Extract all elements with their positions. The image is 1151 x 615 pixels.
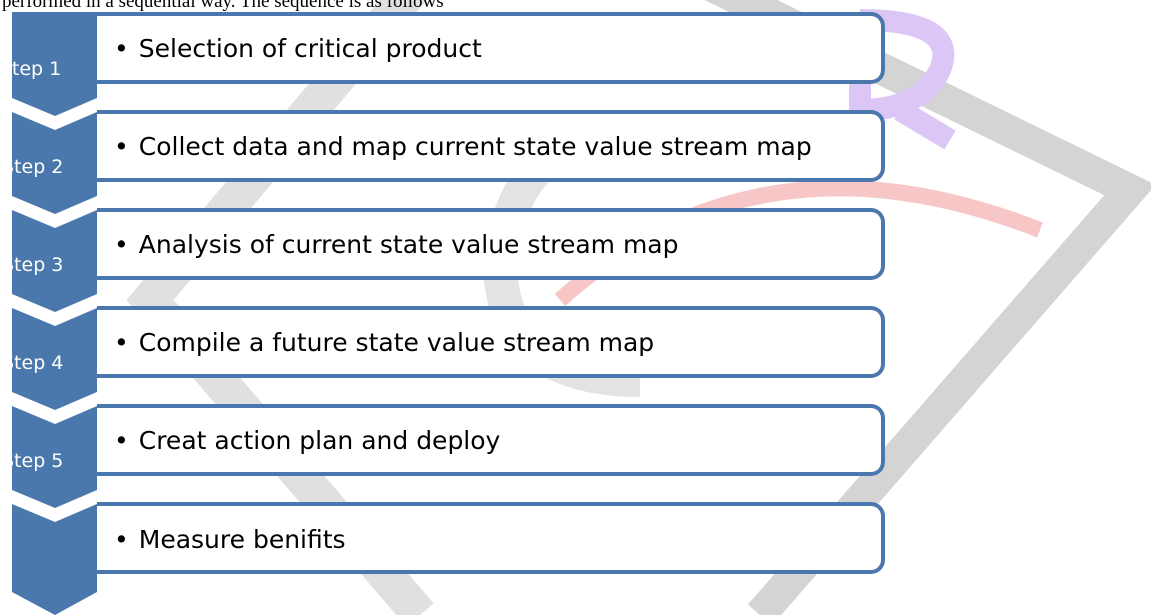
step-text-2: • Collect data and map current state valu… — [114, 132, 812, 162]
step-text-4-label: Compile a future state value stream map — [138, 328, 655, 357]
step-text-5: • Creat action plan and deploy — [114, 426, 500, 456]
bullet-icon: • — [114, 525, 129, 554]
step-label-4: Step 4 — [2, 352, 64, 374]
step-text-6: • Measure benifits — [114, 525, 346, 555]
step-label-3: Step 3 — [2, 254, 64, 276]
step-text-3: • Analysis of current state value stream … — [114, 230, 678, 260]
step-label-2: Step 2 — [2, 156, 64, 178]
step-text-2-label: Collect data and map current state value… — [138, 132, 812, 161]
chevron-6 — [12, 504, 97, 615]
step-label-1: step 1 — [2, 58, 62, 80]
step-text-5-label: Creat action plan and deploy — [138, 426, 501, 455]
step-text-4: • Compile a future state value stream map — [114, 328, 654, 358]
step-text-1-label: Selection of critical product — [138, 34, 482, 63]
bullet-icon: • — [114, 230, 129, 259]
step-text-6-label: Measure benifits — [138, 525, 346, 554]
step-label-5: Step 5 — [2, 450, 64, 472]
bullet-icon: • — [114, 34, 129, 63]
bullet-icon: • — [114, 132, 129, 161]
bullet-icon: • — [114, 426, 129, 455]
bullet-icon: • — [114, 328, 129, 357]
step-text-3-label: Analysis of current state value stream m… — [138, 230, 679, 259]
page: performed in a sequential way. The seque… — [0, 0, 1151, 615]
step-text-1: • Selection of critical product — [114, 34, 482, 64]
